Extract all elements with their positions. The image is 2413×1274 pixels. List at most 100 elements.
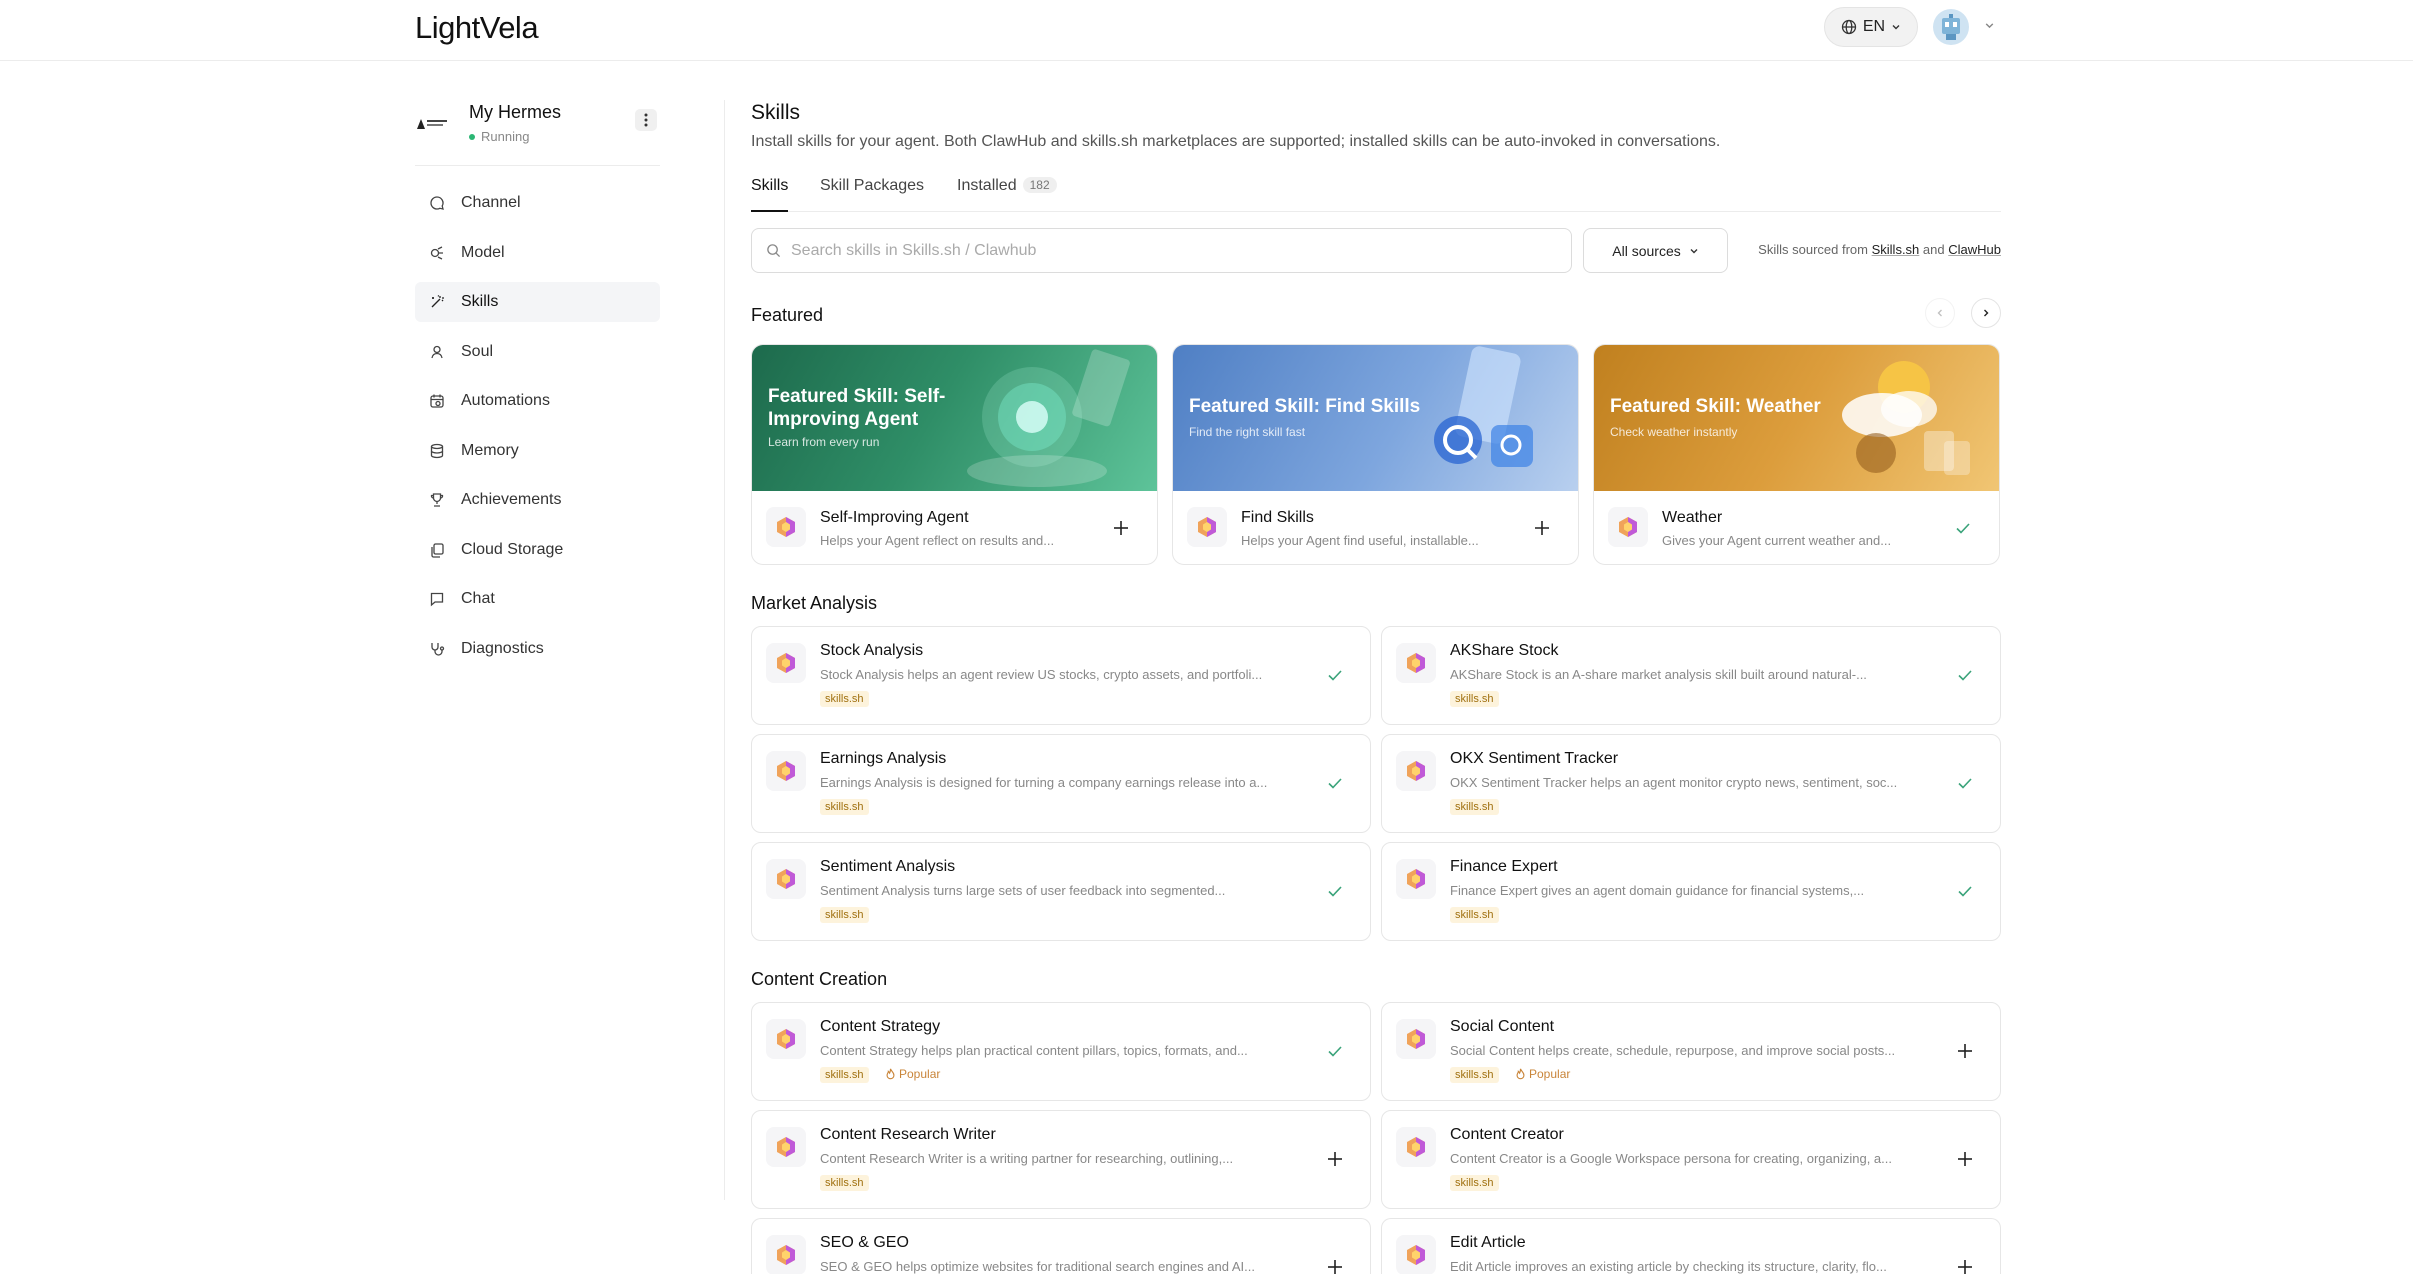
sidebar-item-achievements[interactable]: Achievements <box>415 480 660 520</box>
plus-icon <box>1958 1044 1972 1058</box>
skill-icon <box>1396 1127 1436 1167</box>
featured-banner-title: Featured Skill: Find Skills <box>1189 396 1421 417</box>
skill-card[interactable]: Content Research Writer Content Research… <box>751 1110 1371 1209</box>
skill-card[interactable]: AKShare Stock AKShare Stock is an A-shar… <box>1381 626 2001 725</box>
sidebar-item-cloud-storage[interactable]: Cloud Storage <box>415 530 660 570</box>
skill-card[interactable]: SEO & GEO SEO & GEO helps optimize websi… <box>751 1218 1371 1274</box>
sidebar-item-model[interactable]: Model <box>415 233 660 273</box>
message-square-icon <box>430 592 444 607</box>
hexagon-skill-icon <box>777 1245 795 1265</box>
check-icon <box>1328 886 1342 897</box>
skill-description: Content Research Writer is a writing par… <box>820 1151 1234 1166</box>
skill-icon <box>766 1235 806 1274</box>
featured-card[interactable]: Featured Skill: Find Skills Find the rig… <box>1172 344 1579 565</box>
agent-menu-button[interactable] <box>635 109 657 131</box>
skill-icon <box>766 643 806 683</box>
sidebar-item-soul[interactable]: Soul <box>415 332 660 372</box>
tab-installed[interactable]: Installed 182 <box>957 177 1057 212</box>
skill-icon <box>1396 1019 1436 1059</box>
source-tag: skills.sh <box>820 691 869 707</box>
featured-card[interactable]: Featured Skill: Self-Improving Agent Lea… <box>751 344 1158 565</box>
source-tag: skills.sh <box>1450 907 1499 923</box>
hexagon-skill-icon <box>777 869 795 889</box>
hexagon-skill-icon <box>777 761 795 781</box>
skill-name: OKX Sentiment Tracker <box>1450 750 1619 767</box>
skill-card[interactable]: Social Content Social Content helps crea… <box>1381 1002 2001 1101</box>
skill-card[interactable]: Edit Article Edit Article improves an ex… <box>1381 1218 2001 1274</box>
skill-description: Content Creator is a Google Workspace pe… <box>1450 1151 1892 1166</box>
skill-card[interactable]: Earnings Analysis Earnings Analysis is d… <box>751 734 1371 833</box>
agent-status-label: Running <box>481 129 530 144</box>
account-chevron-icon[interactable] <box>1984 20 1995 31</box>
skill-name: Weather <box>1662 509 1723 526</box>
chevron-down-icon <box>1690 248 1698 253</box>
plus-icon <box>1328 1260 1342 1274</box>
sources-label: All sources <box>1612 242 1681 259</box>
hexagon-skill-icon <box>1407 869 1425 889</box>
hexagon-skill-icon <box>777 653 795 673</box>
top-bar: LightVela EN <box>0 0 2413 61</box>
search-input[interactable] <box>791 241 1551 260</box>
skill-card[interactable]: OKX Sentiment Tracker OKX Sentiment Trac… <box>1381 734 2001 833</box>
add-skill-button[interactable] <box>1111 518 1131 538</box>
skill-card[interactable]: Stock Analysis Stock Analysis helps an a… <box>751 626 1371 725</box>
clawhub-link[interactable]: ClawHub <box>1948 242 2001 257</box>
add-skill-button[interactable] <box>1325 1149 1345 1169</box>
add-skill-button[interactable] <box>1532 518 1552 538</box>
sidebar-item-chat[interactable]: Chat <box>415 579 660 619</box>
skill-name: Earnings Analysis <box>820 750 947 767</box>
skill-description: SEO & GEO helps optimize websites for tr… <box>820 1259 1255 1274</box>
chevron-down-icon <box>1892 25 1900 30</box>
skill-card[interactable]: Sentiment Analysis Sentiment Analysis tu… <box>751 842 1371 941</box>
language-switcher[interactable]: EN <box>1824 7 1918 47</box>
add-skill-button[interactable] <box>1955 1041 1975 1061</box>
sidebar-item-skills[interactable]: Skills <box>415 282 660 322</box>
featured-banner: Featured Skill: Self-Improving Agent Lea… <box>752 345 1157 491</box>
carousel-prev-button[interactable] <box>1925 298 1955 328</box>
sidebar-item-memory[interactable]: Memory <box>415 431 660 471</box>
sidebar-item-channel[interactable]: Channel <box>415 183 660 223</box>
installed-check <box>1325 665 1345 685</box>
hexagon-skill-icon <box>1198 517 1216 537</box>
add-skill-button[interactable] <box>1325 1257 1345 1274</box>
status-dot-icon <box>469 133 475 140</box>
sidebar-item-label: Channel <box>461 194 521 211</box>
carousel-next-button[interactable] <box>1971 298 2001 328</box>
skills-sh-link[interactable]: Skills.sh <box>1872 242 1920 257</box>
tab-skills[interactable]: Skills <box>751 177 789 212</box>
page-title: Skills <box>751 101 801 124</box>
hexagon-skill-icon <box>1619 517 1637 537</box>
skill-icon <box>766 507 806 547</box>
check-icon <box>1958 778 1972 789</box>
featured-banner-subtitle: Check weather instantly <box>1610 425 1738 439</box>
check-icon <box>1956 523 1970 534</box>
installed-check <box>1955 665 1975 685</box>
sources-note-and: and <box>1922 242 1945 257</box>
chat-bubble-icon <box>430 196 444 210</box>
agent-card[interactable]: My Hermes Running <box>415 99 660 166</box>
user-avatar[interactable] <box>1933 9 1969 45</box>
add-skill-button[interactable] <box>1955 1149 1975 1169</box>
skill-name: Edit Article <box>1450 1234 1526 1251</box>
sources-dropdown[interactable]: All sources <box>1583 228 1728 273</box>
sidebar-item-diagnostics[interactable]: Diagnostics <box>415 629 660 669</box>
installed-check <box>1955 773 1975 793</box>
featured-card[interactable]: Featured Skill: Weather Check weather in… <box>1593 344 2000 565</box>
hexagon-skill-icon <box>1407 1029 1425 1049</box>
add-skill-button[interactable] <box>1955 1257 1975 1274</box>
featured-section-title: Featured <box>751 305 824 325</box>
search-box[interactable] <box>751 228 1572 273</box>
sidebar-item-automations[interactable]: Automations <box>415 381 660 421</box>
skill-icon <box>1187 507 1227 547</box>
sidebar-item-label: Model <box>461 243 505 261</box>
skill-card[interactable]: Content Strategy Content Strategy helps … <box>751 1002 1371 1101</box>
tab-skill-packages[interactable]: Skill Packages <box>820 177 924 212</box>
app-logo[interactable]: LightVela <box>415 10 539 46</box>
popular-badge: Popular <box>885 1067 940 1081</box>
skill-icon <box>1396 859 1436 899</box>
skill-card[interactable]: Finance Expert Finance Expert gives an a… <box>1381 842 2001 941</box>
more-vertical-icon <box>644 113 648 127</box>
sources-note-prefix: Skills sourced from <box>1758 242 1868 257</box>
check-icon <box>1958 670 1972 681</box>
skill-card[interactable]: Content Creator Content Creator is a Goo… <box>1381 1110 2001 1209</box>
